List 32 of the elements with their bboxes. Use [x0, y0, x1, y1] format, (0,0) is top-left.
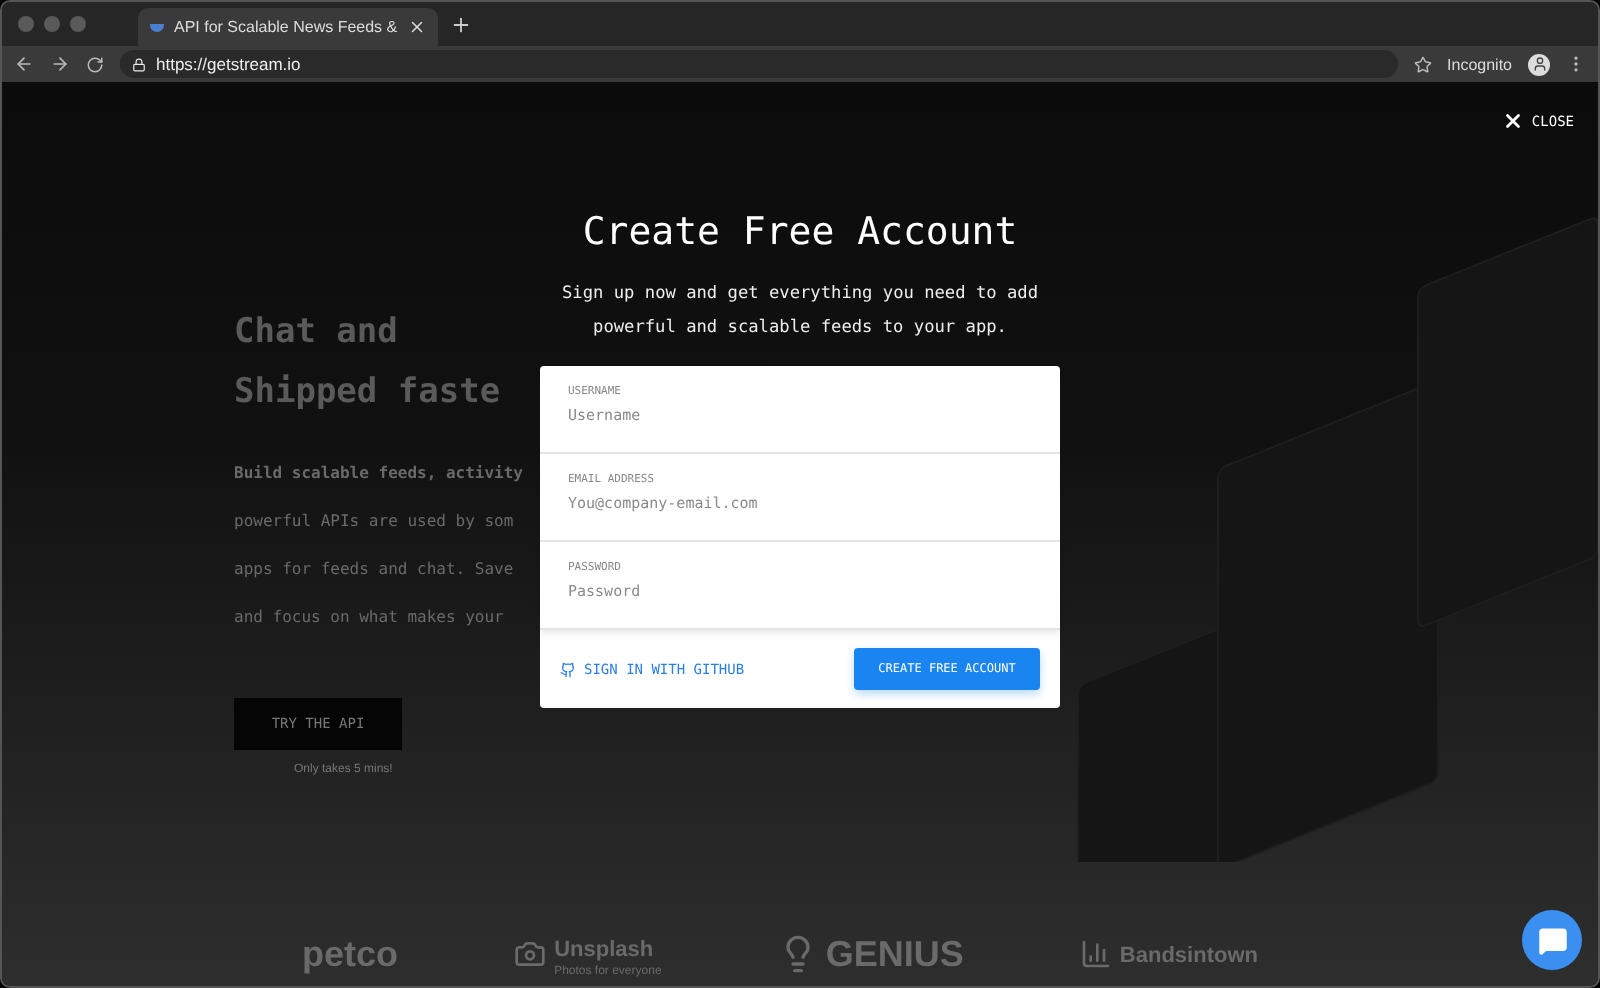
browser-tab[interactable]: API for Scalable News Feeds &: [138, 8, 438, 46]
modal-subtitle: Sign up now and get everything you need to add powerful and scalable feeds to your app.: [560, 282, 1040, 342]
back-icon[interactable]: [14, 54, 34, 74]
camera-icon: [514, 938, 547, 970]
close-icon[interactable]: [1501, 110, 1524, 132]
customer-logo: GENIUS: [777, 933, 964, 975]
hero-text: apps for feeds and chat. Save: [234, 558, 514, 582]
window-control-dot[interactable]: [70, 16, 86, 32]
github-icon: [560, 661, 576, 677]
lock-icon: [132, 57, 146, 71]
profile-label: Incognito: [1447, 55, 1512, 73]
chat-icon: [1537, 925, 1567, 955]
address-bar[interactable]: https://getstream.io: [120, 50, 1398, 78]
hero-text: Build scalable feeds, activity: [234, 462, 523, 486]
star-icon[interactable]: [1413, 55, 1432, 73]
new-tab-icon[interactable]: [449, 13, 472, 35]
reload-icon[interactable]: [86, 55, 104, 73]
window-control-dot[interactable]: [44, 16, 60, 32]
hero-heading: Shipped faste: [234, 370, 501, 416]
favicon-icon: [150, 23, 164, 31]
hero-text: and focus on what makes your: [234, 606, 504, 630]
customer-logo: petco: [302, 933, 399, 975]
customer-logo: Bandsintown: [1079, 936, 1258, 972]
bar-chart-icon: [1079, 938, 1112, 970]
close-icon[interactable]: [407, 18, 426, 36]
chat-button[interactable]: [1522, 910, 1582, 970]
window-control-dot[interactable]: [18, 16, 34, 32]
hero-heading: Chat and: [234, 310, 398, 356]
incognito-avatar-icon[interactable]: [1528, 53, 1550, 75]
hero-text: powerful APIs are used by som: [234, 510, 514, 534]
forward-icon[interactable]: [50, 54, 70, 74]
modal-title: Create Free Account: [582, 210, 1018, 254]
